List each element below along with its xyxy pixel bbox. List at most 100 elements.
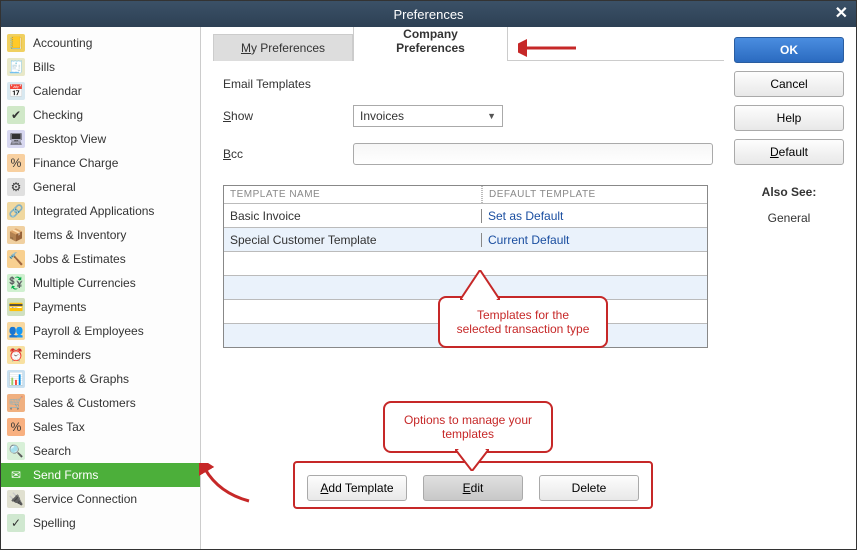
cancel-button[interactable]: Cancel: [734, 71, 844, 97]
table-header: TEMPLATE NAME DEFAULT TEMPLATE: [224, 186, 707, 203]
sidebar-item-bills[interactable]: 🧾 Bills: [1, 55, 200, 79]
sidebar-item-label: Accounting: [33, 36, 92, 50]
sidebar-item-integrated-applications[interactable]: 🔗 Integrated Applications: [1, 199, 200, 223]
main-area: My Preferences Company Preferences Email…: [201, 27, 856, 549]
cell-default-template[interactable]: Set as Default: [482, 209, 707, 223]
sidebar-icon: %: [7, 418, 25, 436]
cell-template-name: Special Customer Template: [224, 233, 482, 247]
arrow-to-tab-icon: [518, 39, 578, 57]
bcc-label: Bcc: [223, 147, 343, 161]
sidebar-icon: ✓: [7, 514, 25, 532]
sidebar-icon: 🔗: [7, 202, 25, 220]
preferences-window: Preferences ✕ 📒 Accounting 🧾 Bills 📅Calendar…: [0, 0, 857, 550]
callout-manage: Options to manage your templates: [383, 401, 553, 453]
show-select[interactable]: Invoices ▼: [353, 105, 503, 127]
sidebar-icon: ✉: [7, 466, 25, 484]
sidebar-item-multiple-currencies[interactable]: 💱Multiple Currencies: [1, 271, 200, 295]
sidebar-item-label: Sales Tax: [33, 420, 85, 434]
sidebar-item-calendar[interactable]: 📅Calendar: [1, 79, 200, 103]
sidebar-item-label: Finance Charge: [33, 156, 118, 170]
sidebar-item-general[interactable]: ⚙ General: [1, 175, 200, 199]
show-label: Show: [223, 109, 343, 123]
sidebar-icon: 💳: [7, 298, 25, 316]
help-button[interactable]: Help: [734, 105, 844, 131]
sidebar-item-send-forms[interactable]: ✉ Send Forms: [1, 463, 200, 487]
default-button[interactable]: Default: [734, 139, 844, 165]
sidebar-icon: 📒: [7, 34, 25, 52]
show-value: Invoices: [360, 109, 404, 123]
sidebar-item-label: Jobs & Estimates: [33, 252, 126, 266]
also-see-heading: Also See:: [734, 185, 844, 199]
sidebar-item-label: Integrated Applications: [33, 204, 154, 218]
sidebar-item-payroll-employees[interactable]: 👥 Payroll & Employees: [1, 319, 200, 343]
tab-company-preferences[interactable]: Company Preferences: [353, 27, 508, 61]
ok-button[interactable]: OK: [734, 37, 844, 63]
sidebar-item-label: Reports & Graphs: [33, 372, 129, 386]
sidebar-item-spelling[interactable]: ✓ Spelling: [1, 511, 200, 535]
sidebar-item-reminders[interactable]: ⏰ Reminders: [1, 343, 200, 367]
sidebar-item-service-connection[interactable]: 🔌 Service Connection: [1, 487, 200, 511]
window-title: Preferences: [393, 7, 463, 22]
sidebar-item-label: Spelling: [33, 516, 76, 530]
sidebar-item-reports-graphs[interactable]: 📊 Reports & Graphs: [1, 367, 200, 391]
sidebar-icon: ✔: [7, 106, 25, 124]
sidebar-item-label: Payroll & Employees: [33, 324, 144, 338]
bcc-row: Bcc: [223, 143, 714, 165]
sidebar-item-search[interactable]: 🔍Search: [1, 439, 200, 463]
sidebar-item-finance-charge[interactable]: % Finance Charge: [1, 151, 200, 175]
sidebar-icon: ⏰: [7, 346, 25, 364]
tabs: My Preferences Company Preferences: [213, 33, 724, 61]
window-body: 📒 Accounting 🧾 Bills 📅Calendar✔Checking🖥Desk…: [1, 27, 856, 549]
titlebar: Preferences ✕: [1, 1, 856, 27]
sidebar-item-label: General: [33, 180, 76, 194]
sidebar-item-sales-tax[interactable]: % Sales Tax: [1, 415, 200, 439]
tab-my-preferences[interactable]: My Preferences: [213, 34, 353, 61]
sidebar-item-desktop-view[interactable]: 🖥Desktop View: [1, 127, 200, 151]
sidebar-item-label: Search: [33, 444, 71, 458]
sidebar-item-checking[interactable]: ✔Checking: [1, 103, 200, 127]
sidebar-item-label: Send Forms: [33, 468, 98, 482]
sidebar-icon: %: [7, 154, 25, 172]
th-template-name: TEMPLATE NAME: [224, 186, 482, 203]
sidebar-item-sales-customers[interactable]: 🛒Sales & Customers: [1, 391, 200, 415]
sidebar-icon: 💱: [7, 274, 25, 292]
sidebar-item-payments[interactable]: 💳Payments: [1, 295, 200, 319]
sidebar-icon: 👥: [7, 322, 25, 340]
arrow-to-sidebar-icon: [199, 463, 253, 503]
callout-tail-icon: [460, 270, 500, 300]
sidebar-icon: 📦: [7, 226, 25, 244]
callout-templates: Templates for the selected transaction t…: [438, 296, 608, 348]
cell-template-name: Basic Invoice: [224, 209, 482, 223]
sidebar-icon: 🔨: [7, 250, 25, 268]
also-see-section: Also See: General: [734, 185, 844, 225]
preferences-sidebar[interactable]: 📒 Accounting 🧾 Bills 📅Calendar✔Checking🖥Desk…: [1, 27, 201, 549]
table-row[interactable]: Basic InvoiceSet as Default: [224, 203, 707, 227]
right-buttons-column: OK Cancel Help Default Also See: General: [734, 33, 844, 543]
sidebar-item-label: Bills: [33, 60, 55, 74]
show-row: Show Invoices ▼: [223, 105, 714, 127]
sidebar-item-items-inventory[interactable]: 📦 Items & Inventory: [1, 223, 200, 247]
callout-tail-icon: [455, 449, 489, 471]
th-default-template: DEFAULT TEMPLATE: [482, 186, 707, 203]
sidebar-icon: 🔌: [7, 490, 25, 508]
sidebar-item-label: Reminders: [33, 348, 91, 362]
sidebar-item-label: Desktop View: [33, 132, 106, 146]
chevron-down-icon: ▼: [487, 111, 496, 121]
section-heading: Email Templates: [223, 77, 714, 91]
sidebar-item-label: Sales & Customers: [33, 396, 136, 410]
sidebar-item-label: Items & Inventory: [33, 228, 126, 242]
close-icon[interactable]: ✕: [835, 3, 848, 23]
sidebar-icon: ⚙: [7, 178, 25, 196]
content-area: My Preferences Company Preferences Email…: [213, 33, 724, 543]
sidebar-item-label: Service Connection: [33, 492, 137, 506]
bcc-input[interactable]: [353, 143, 713, 165]
tab-content: Email Templates Show Invoices ▼ Bcc: [213, 61, 724, 348]
sidebar-icon: 📅: [7, 82, 25, 100]
sidebar-icon: 🧾: [7, 58, 25, 76]
sidebar-item-accounting[interactable]: 📒 Accounting: [1, 31, 200, 55]
sidebar-item-jobs-estimates[interactable]: 🔨 Jobs & Estimates: [1, 247, 200, 271]
table-row[interactable]: Special Customer TemplateCurrent Default: [224, 227, 707, 251]
also-see-link[interactable]: General: [734, 211, 844, 225]
sidebar-icon: 📊: [7, 370, 25, 388]
cell-default-template[interactable]: Current Default: [482, 233, 707, 247]
